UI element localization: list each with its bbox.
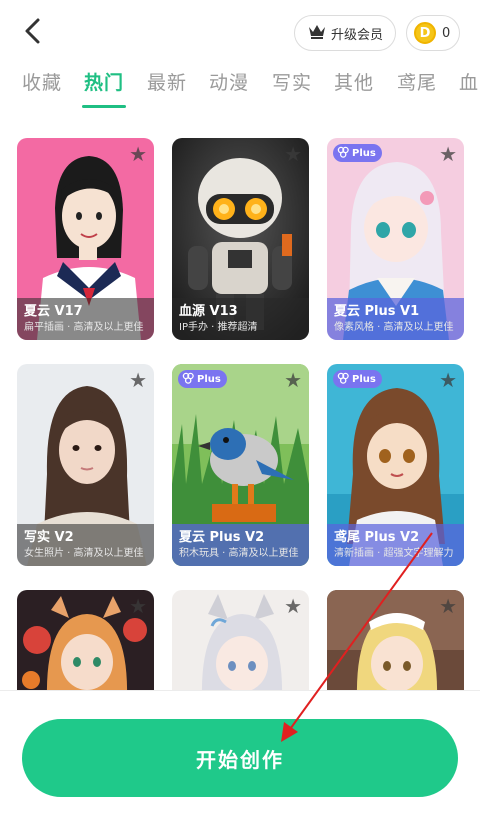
upgrade-vip-button[interactable]: 升级会员	[294, 15, 396, 51]
plus-badge-label: Plus	[352, 373, 376, 385]
model-card[interactable]: ★	[327, 590, 464, 690]
model-card[interactable]: ★ 夏云 V17 扁平插画 · 高清及以上更佳	[17, 138, 154, 340]
card-caption: 写实 V2 女生照片 · 高清及以上更佳	[17, 524, 154, 566]
start-creating-button[interactable]: 开始创作	[22, 719, 458, 797]
model-card[interactable]: ★ 血源 V13 IP手办 · 推荐超清	[172, 138, 309, 340]
model-card[interactable]: Plus ★ 鸢尾 Plus V2 清新插画 · 超强文字理解力	[327, 364, 464, 566]
chevron-left-icon	[23, 17, 43, 49]
model-card[interactable]: ★ 写实 V2 女生照片 · 高清及以上更佳	[17, 364, 154, 566]
category-tabs: 收藏 热门 最新 动漫 写实 其他 鸢尾 血	[0, 68, 480, 112]
card-title: 夏云 Plus V2	[179, 530, 265, 545]
card-subtitle: 积木玩具 · 高清及以上更佳	[179, 548, 299, 559]
card-caption: 鸢尾 Plus V2 清新插画 · 超强文字理解力	[327, 524, 464, 566]
plus-icon	[337, 372, 349, 387]
favorite-star-icon[interactable]: ★	[439, 596, 457, 616]
card-title: 血源 V13	[179, 304, 238, 319]
favorite-star-icon[interactable]: ★	[284, 144, 302, 164]
plus-badge: Plus	[333, 144, 382, 162]
favorite-star-icon[interactable]: ★	[129, 596, 147, 616]
favorite-star-icon[interactable]: ★	[284, 596, 302, 616]
coin-icon: D	[414, 22, 436, 44]
coin-balance-button[interactable]: D 0	[406, 15, 460, 51]
tab-realistic[interactable]: 写实	[272, 68, 312, 95]
card-caption: 血源 V13 IP手办 · 推荐超清	[172, 298, 309, 340]
model-card[interactable]: ★	[17, 590, 154, 690]
card-caption: 夏云 V17 扁平插画 · 高清及以上更佳	[17, 298, 154, 340]
favorite-star-icon[interactable]: ★	[439, 144, 457, 164]
active-tab-indicator	[82, 105, 126, 108]
back-button[interactable]	[18, 18, 48, 48]
card-title: 夏云 V17	[24, 304, 83, 319]
card-subtitle: 清新插画 · 超强文字理解力	[334, 548, 454, 559]
bottom-action-bar: 开始创作	[0, 690, 480, 824]
model-card[interactable]: Plus ★ 夏云 Plus V1 像素风格 · 高清及以上更佳	[327, 138, 464, 340]
plus-badge: Plus	[178, 370, 227, 388]
tab-favorites[interactable]: 收藏	[22, 68, 62, 95]
tab-iris[interactable]: 鸢尾	[397, 68, 437, 95]
plus-badge-label: Plus	[352, 147, 376, 159]
favorite-star-icon[interactable]: ★	[439, 370, 457, 390]
top-bar: 升级会员 D 0	[0, 0, 480, 66]
model-card[interactable]: ★	[172, 590, 309, 690]
favorite-star-icon[interactable]: ★	[284, 370, 302, 390]
card-caption: 夏云 Plus V2 积木玩具 · 高清及以上更佳	[172, 524, 309, 566]
card-title: 夏云 Plus V1	[334, 304, 420, 319]
tab-other[interactable]: 其他	[334, 68, 374, 95]
model-card[interactable]: Plus ★ 夏云 Plus V2 积木玩具 · 高清及以上更佳	[172, 364, 309, 566]
card-subtitle: 扁平插画 · 高清及以上更佳	[24, 322, 144, 333]
tab-latest[interactable]: 最新	[147, 68, 187, 95]
tab-blood[interactable]: 血	[459, 68, 479, 95]
model-grid: ★ 夏云 V17 扁平插画 · 高清及以上更佳 ★ 血源 V13 IP手办 · …	[0, 138, 480, 690]
card-title: 写实 V2	[24, 530, 74, 545]
tab-hot[interactable]: 热门	[84, 68, 124, 95]
favorite-star-icon[interactable]: ★	[129, 144, 147, 164]
card-title: 鸢尾 Plus V2	[334, 530, 420, 545]
card-caption: 夏云 Plus V1 像素风格 · 高清及以上更佳	[327, 298, 464, 340]
vip-label: 升级会员	[330, 27, 383, 43]
plus-badge: Plus	[333, 370, 382, 388]
card-subtitle: 像素风格 · 高清及以上更佳	[334, 322, 454, 333]
plus-icon	[182, 372, 194, 387]
tab-anime[interactable]: 动漫	[209, 68, 249, 95]
crown-icon	[307, 23, 327, 43]
coin-count: 0	[442, 25, 451, 41]
card-subtitle: 女生照片 · 高清及以上更佳	[24, 548, 144, 559]
plus-badge-label: Plus	[197, 373, 221, 385]
card-subtitle: IP手办 · 推荐超清	[179, 322, 258, 333]
plus-icon	[337, 146, 349, 161]
favorite-star-icon[interactable]: ★	[129, 370, 147, 390]
